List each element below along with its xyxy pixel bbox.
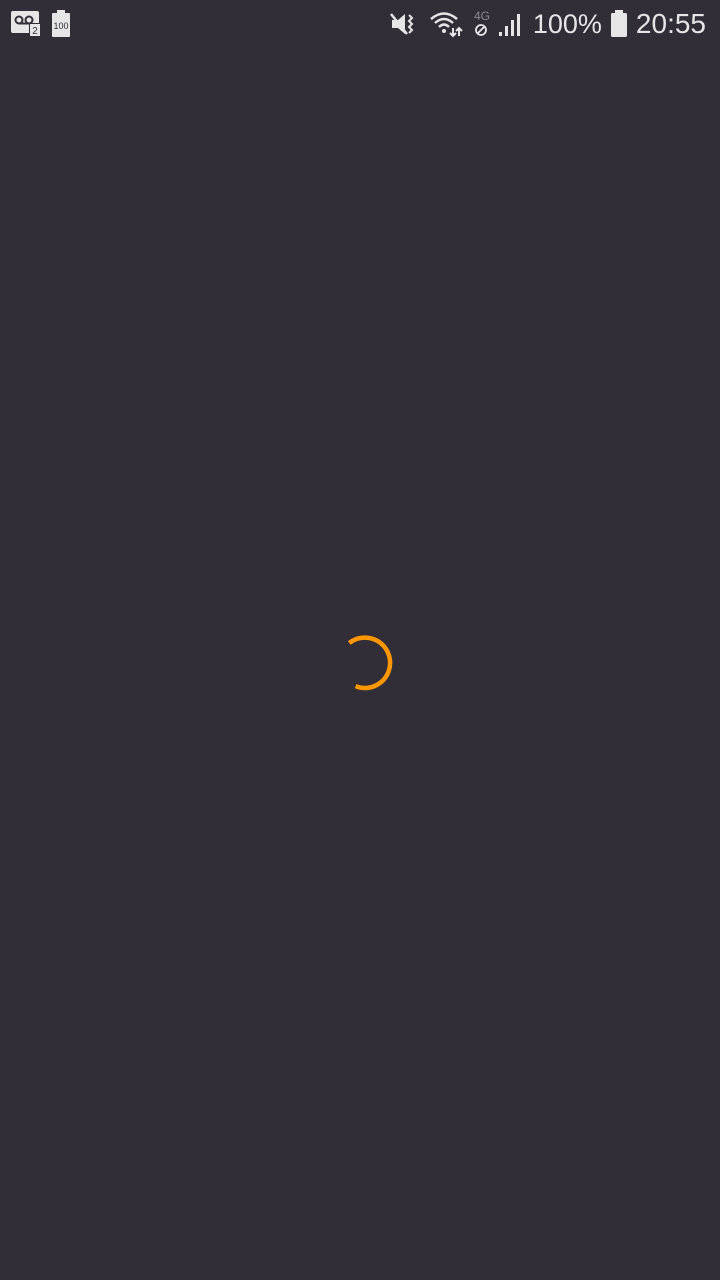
battery-saver-label: 100 [53, 21, 68, 31]
clock: 20:55 [635, 8, 706, 39]
wifi-icon [429, 10, 463, 38]
signal-icon [497, 10, 525, 38]
battery-icon [610, 10, 628, 38]
app-screen: 2 100 4G 100% 20:55 [0, 0, 720, 1280]
status-bar: 2 100 4G 100% 20:55 [0, 0, 720, 48]
status-bar-system: 4G 100% 20:55 [389, 8, 706, 40]
loading-spinner-icon [347, 635, 393, 691]
loading-screen [0, 48, 720, 1280]
battery-percent: 100% [532, 8, 602, 39]
vibrate-mute-icon [389, 10, 419, 38]
mobile-data-4g-icon: 4G [471, 9, 493, 39]
network-label: 4G [474, 9, 490, 23]
voicemail-count: 2 [32, 26, 38, 37]
battery-saver-icon: 100 [51, 10, 71, 38]
status-bar-notifications: 2 100 [11, 10, 71, 38]
voicemail-icon: 2 [11, 11, 41, 37]
